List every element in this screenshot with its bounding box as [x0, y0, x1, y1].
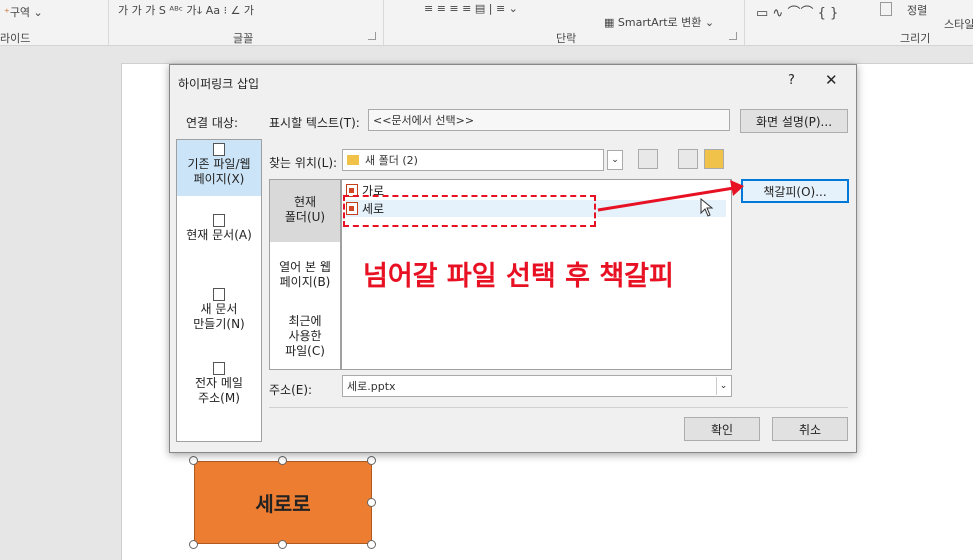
side-browsed-pages[interactable]: 열어 본 웹 페이지(B) [270, 260, 340, 300]
look-in-select[interactable]: 새 폴더 (2) [342, 149, 604, 171]
link-to-new-document[interactable]: 새 문서 만들기(N) [177, 288, 261, 344]
smartart-icon: ▦ [604, 16, 615, 29]
ribbon: ⁺구역 ⌄ 라이드 가 가 가 S ᴬᴮᶜ 가ↆ Aa ⁝ ∠ 가 글꼴 ≡ ≡… [0, 0, 973, 46]
link-to-label: 연결 대상: [186, 116, 239, 130]
resize-handle[interactable] [367, 456, 376, 465]
section-button[interactable]: ⁺구역 ⌄ [4, 4, 43, 20]
new-document-icon [213, 288, 225, 301]
drawing-group-label: 그리기 [900, 32, 931, 45]
font-tools[interactable]: 가 가 가 S ᴬᴮᶜ 가ↆ Aa ⁝ ∠ 가 [118, 2, 254, 18]
resize-handle[interactable] [278, 540, 287, 549]
help-button[interactable]: ? [788, 73, 795, 88]
ribbon-separator [744, 0, 745, 46]
paragraph-group-label: 단락 [556, 32, 577, 45]
annotation-arrow [597, 180, 744, 212]
link-to-this-document[interactable]: 현재 문서(A) [177, 214, 261, 254]
ribbon-separator [383, 0, 384, 46]
open-folder-icon[interactable] [704, 149, 724, 169]
link-to-existing-file[interactable]: 기존 파일/웹 페이지(X) [177, 140, 261, 196]
bookmark-button[interactable]: 책갈피(O)... [741, 179, 849, 203]
chevron-down-icon[interactable]: ⌄ [716, 377, 730, 395]
arrange-button[interactable]: 정렬 [907, 2, 927, 18]
font-dialog-launcher[interactable] [368, 32, 376, 40]
shape-text: 세로로 [255, 492, 311, 516]
screentip-button[interactable]: 화면 설명(P)... [740, 109, 848, 133]
existing-file-icon [213, 143, 225, 156]
annotation-text: 넘어갈 파일 선택 후 책갈피 [363, 261, 674, 292]
browse-web-icon[interactable] [638, 149, 658, 169]
close-button[interactable]: ✕ [825, 71, 838, 89]
address-input[interactable]: 세로.pptx [342, 375, 732, 397]
ribbon-separator [108, 0, 109, 46]
side-current-folder[interactable]: 현재 폴더(U) [270, 180, 340, 242]
folder-icon [347, 155, 359, 165]
gallery-more-button[interactable] [880, 2, 892, 16]
resize-handle[interactable] [189, 540, 198, 549]
look-in-side-pane: 현재 폴더(U) 열어 본 웹 페이지(B) 최근에 사용한 파일(C) [269, 179, 341, 370]
link-to-email[interactable]: 전자 메일 주소(M) [177, 362, 261, 418]
smartart-convert-button[interactable]: ▦ SmartArt로 변환 ⌄ [604, 14, 714, 30]
slides-group-label: 라이드 [0, 32, 31, 45]
quick-style-button[interactable]: 스타일 [944, 16, 973, 32]
search-icon[interactable] [678, 149, 698, 169]
resize-handle[interactable] [278, 456, 287, 465]
resize-handle[interactable] [367, 540, 376, 549]
selected-shape[interactable]: 세로로 [194, 461, 372, 544]
this-document-icon [213, 214, 225, 227]
display-text-input[interactable]: <<문서에서 선택>> [368, 109, 730, 131]
ok-button[interactable]: 확인 [684, 417, 760, 441]
address-label: 주소(E): [269, 383, 313, 397]
chevron-down-icon[interactable]: ⌄ [607, 150, 623, 170]
font-group-label: 글꼴 [233, 32, 254, 45]
resize-handle[interactable] [367, 498, 376, 507]
link-to-pane: 기존 파일/웹 페이지(X) 현재 문서(A) 새 문서 만들기(N) 전자 메… [176, 139, 262, 442]
side-recent-files[interactable]: 최근에 사용한 파일(C) [270, 314, 340, 364]
email-icon [213, 362, 225, 375]
look-in-label: 찾는 위치(L): [269, 156, 338, 170]
paragraph-dialog-launcher[interactable] [729, 32, 737, 40]
resize-handle[interactable] [189, 456, 198, 465]
dialog-title: 하이퍼링크 삽입 [178, 77, 260, 91]
divider [269, 407, 848, 408]
cancel-button[interactable]: 취소 [772, 417, 848, 441]
shapes-gallery[interactable]: ▭ ∿ ⌒⌒ { } [756, 2, 838, 21]
annotation-highlight-box [343, 195, 596, 227]
paragraph-align-icons[interactable]: ≡ ≡ ≡ ≡ ▤ | ≡ ⌄ [424, 2, 518, 15]
display-text-label: 표시할 텍스트(T): [269, 116, 360, 130]
